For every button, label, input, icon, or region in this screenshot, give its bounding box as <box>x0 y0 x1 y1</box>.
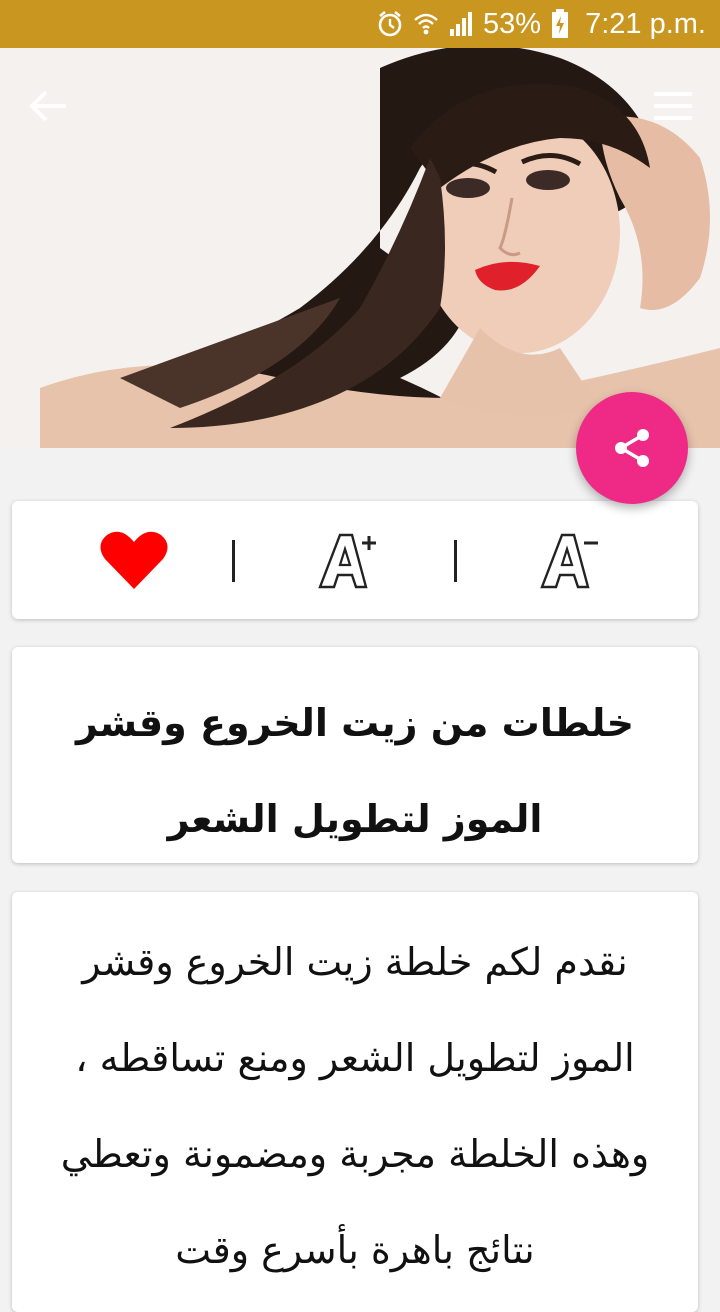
article-body: نقدم لكم خلطة زيت الخروع وقشر الموز لتطو… <box>60 940 650 1272</box>
menu-button[interactable] <box>650 88 696 124</box>
article-title: خلطات من زيت الخروع وقشر الموز لتطويل ال… <box>75 701 635 841</box>
toolbar-divider <box>454 540 457 582</box>
font-decrease-button[interactable] <box>528 501 612 619</box>
status-bar: 53% 7:21 p.m. <box>0 0 720 48</box>
share-button[interactable] <box>576 392 688 504</box>
arrow-left-icon <box>29 90 66 122</box>
hero-image <box>0 48 720 448</box>
battery-charging-icon <box>551 9 569 39</box>
favorite-button[interactable] <box>92 501 176 619</box>
share-icon <box>615 429 649 467</box>
heart-icon <box>100 531 168 589</box>
clock: 7:21 p.m. <box>585 7 706 40</box>
article-body-card: نقدم لكم خلطة زيت الخروع وقشر الموز لتطو… <box>12 892 698 1312</box>
font-increase-button[interactable] <box>306 501 390 619</box>
battery-percent: 53% <box>483 7 542 40</box>
signal-icon <box>449 11 473 37</box>
font-decrease-icon <box>540 533 598 589</box>
toolbar-divider <box>232 540 235 582</box>
font-increase-icon <box>318 533 376 589</box>
wifi-icon <box>413 11 439 37</box>
back-button[interactable] <box>26 86 70 126</box>
hamburger-menu-icon <box>654 92 692 120</box>
alarm-icon <box>377 10 403 38</box>
woman-long-hair-image <box>0 48 720 448</box>
article-title-card: خلطات من زيت الخروع وقشر الموز لتطويل ال… <box>12 647 698 863</box>
